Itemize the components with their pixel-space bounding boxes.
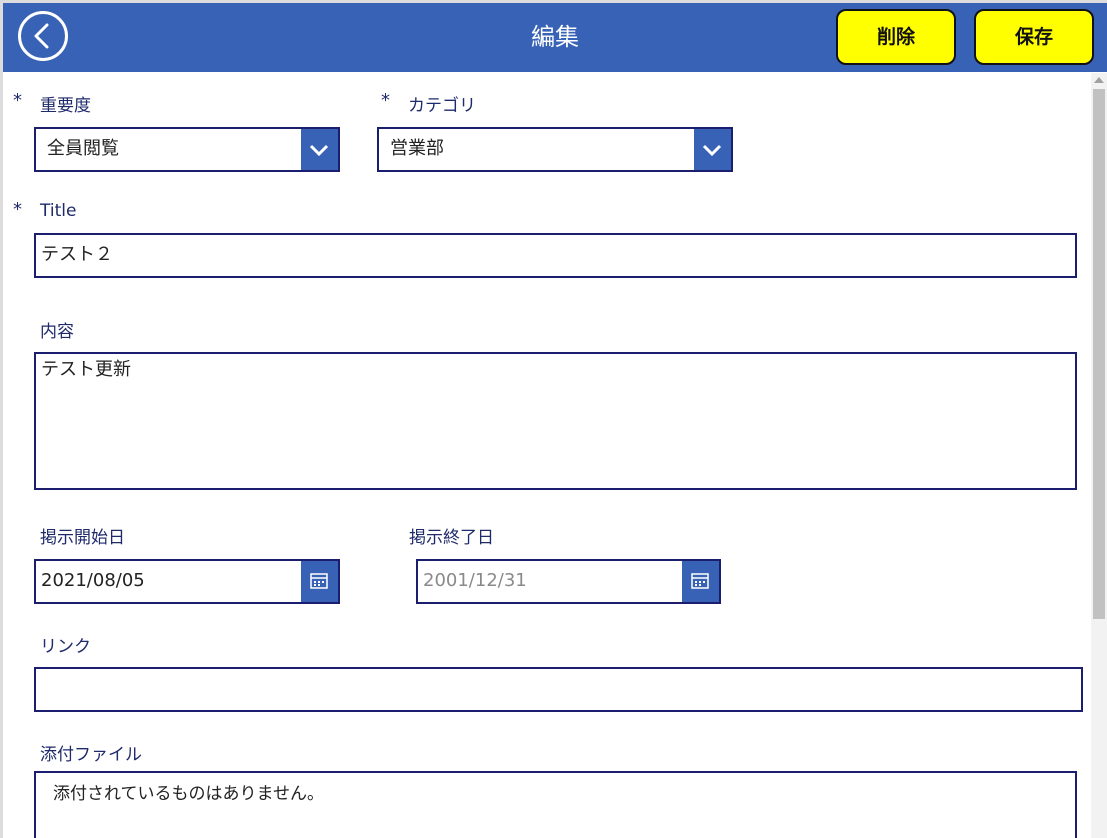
required-mark: * [13, 90, 22, 111]
vertical-scrollbar[interactable] [1091, 73, 1107, 838]
importance-label: 重要度 [40, 96, 91, 116]
header-bar: 編集 削除 保存 [3, 3, 1107, 72]
category-dropdown[interactable]: 営業部 [377, 127, 733, 172]
calendar-icon [691, 573, 709, 589]
importance-dropdown-toggle[interactable] [301, 129, 338, 170]
end-date-picker[interactable]: 2001/12/31 [416, 559, 721, 604]
link-label: リンク [40, 637, 91, 657]
end-date-label: 掲示終了日 [409, 528, 494, 548]
chevron-down-icon [309, 144, 329, 157]
end-date-calendar-button[interactable] [682, 561, 719, 602]
category-label: カテゴリ [408, 96, 476, 116]
scroll-up-icon[interactable] [1094, 77, 1104, 83]
start-date-calendar-button[interactable] [301, 561, 338, 602]
calendar-icon [310, 573, 328, 589]
content-label: 内容 [40, 322, 74, 342]
link-input[interactable] [34, 667, 1083, 712]
start-date-picker[interactable]: 2021/08/05 [34, 559, 340, 604]
required-mark: * [13, 199, 22, 220]
edit-screen: 編集 削除 保存 * 重要度 全員閲覧 * カテゴリ 営業部 * Title テ… [3, 3, 1107, 838]
attachments-label: 添付ファイル [40, 745, 142, 765]
end-date-value: 2001/12/31 [423, 570, 527, 591]
content-value: テスト更新 [41, 359, 131, 380]
title-input[interactable]: テスト２ [34, 233, 1077, 278]
category-value: 営業部 [390, 138, 444, 159]
chevron-down-icon [702, 144, 722, 157]
attachments-empty-text: 添付されているものはありません。 [53, 784, 324, 804]
start-date-value: 2021/08/05 [41, 570, 145, 591]
importance-value: 全員閲覧 [47, 138, 119, 159]
content-textarea[interactable]: テスト更新 [34, 352, 1077, 490]
title-label: Title [40, 201, 77, 221]
scrollbar-thumb[interactable] [1093, 89, 1105, 619]
title-value: テスト２ [41, 244, 113, 265]
required-mark: * [381, 90, 390, 111]
delete-button[interactable]: 削除 [836, 9, 956, 65]
save-button[interactable]: 保存 [974, 9, 1094, 65]
category-dropdown-toggle[interactable] [694, 129, 731, 170]
start-date-label: 掲示開始日 [40, 528, 125, 548]
attachments-box[interactable]: 添付されているものはありません。 [34, 771, 1077, 838]
importance-dropdown[interactable]: 全員閲覧 [34, 127, 340, 172]
